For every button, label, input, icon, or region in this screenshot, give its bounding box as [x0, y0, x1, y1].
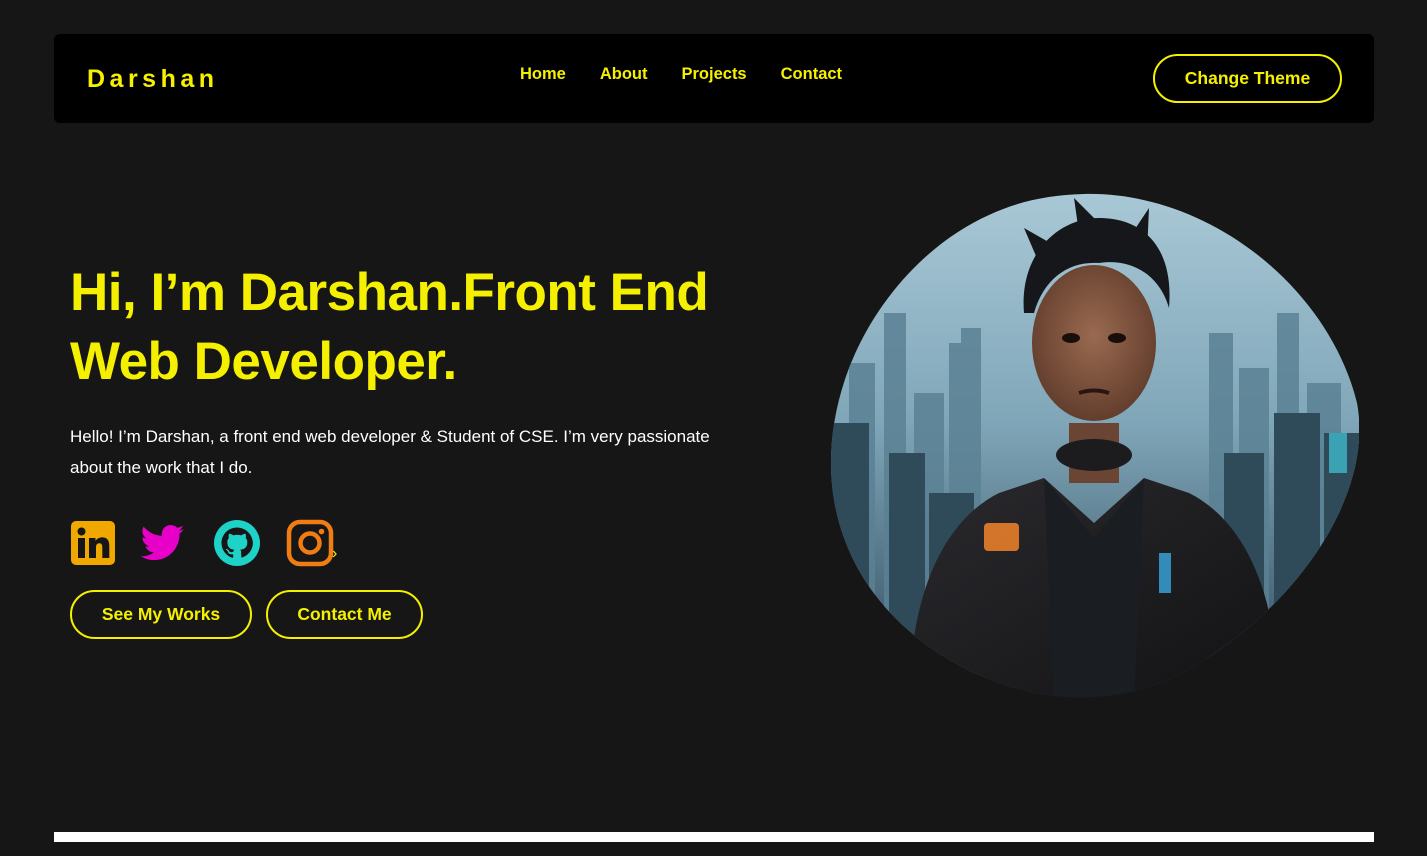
nav-links: Home About Projects Contact [520, 64, 842, 84]
profile-portrait [829, 193, 1359, 705]
instagram-icon[interactable] [286, 519, 334, 567]
navbar: Darshan Home About Projects Contact Chan… [54, 34, 1374, 123]
github-icon[interactable] [213, 519, 261, 567]
nav-link-home[interactable]: Home [520, 64, 566, 84]
page: Darshan Home About Projects Contact Chan… [0, 0, 1427, 856]
linkedin-icon[interactable] [69, 519, 117, 567]
chevron-right-icon: › [332, 545, 338, 562]
nav-link-contact[interactable]: Contact [781, 64, 842, 84]
contact-me-button[interactable]: Contact Me [266, 590, 423, 639]
see-my-works-button[interactable]: See My Works [70, 590, 252, 639]
nav-link-projects[interactable]: Projects [682, 64, 747, 84]
twitter-icon[interactable] [138, 519, 186, 567]
nav-link-about[interactable]: About [600, 64, 648, 84]
change-theme-button[interactable]: Change Theme [1153, 54, 1342, 103]
hero-title: Hi, I’m Darshan.Front End Web Developer. [70, 263, 709, 391]
hero-description: Hello! I’m Darshan, a front end web deve… [70, 427, 710, 477]
section-divider [54, 832, 1374, 842]
brand-logo[interactable]: Darshan [87, 64, 219, 94]
